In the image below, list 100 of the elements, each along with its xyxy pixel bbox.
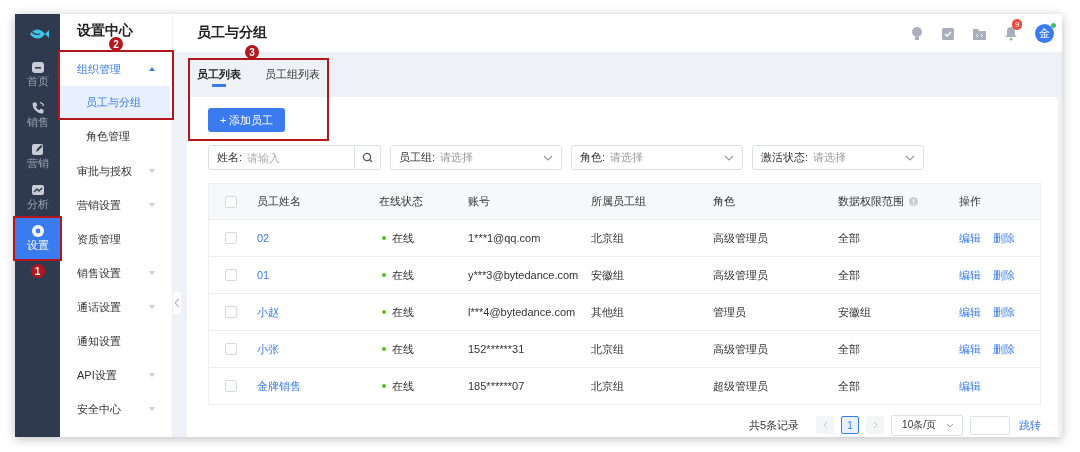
add-employee-button[interactable]: + 添加员工 [208, 108, 286, 132]
page-title: 员工与分组 [197, 24, 267, 42]
action-link[interactable]: 删除 [993, 341, 1015, 357]
bell-icon[interactable] [1004, 25, 1018, 41]
action-link[interactable]: 编辑 [959, 230, 981, 246]
menu-item[interactable]: 销售设置 [60, 256, 172, 290]
chevron-down-icon [905, 154, 915, 161]
search-field[interactable]: 姓名: 请输入 [208, 145, 355, 170]
employee-name-link[interactable]: 小张 [257, 341, 279, 357]
nav-item[interactable]: 营销 [15, 136, 60, 177]
column-header: 在线状态 [379, 194, 423, 209]
role-cell: 管理员 [713, 304, 746, 320]
role-cell: 高级管理员 [713, 230, 768, 246]
action-link[interactable]: 编辑 [959, 267, 981, 283]
notification-badge: 9 [1012, 18, 1023, 30]
menu-subitem[interactable]: 员工与分组 [60, 86, 170, 118]
nav-item[interactable]: 首页 [15, 54, 60, 95]
select-field[interactable]: 激活状态: 请选择 [752, 145, 924, 170]
checkbox[interactable] [225, 232, 237, 244]
account-cell: l***4@bytedance.com [468, 306, 576, 318]
account-cell: 1***1@qq.com [468, 232, 541, 244]
next-page-button[interactable] [866, 416, 885, 434]
status-dot [382, 273, 386, 277]
checkbox[interactable] [225, 380, 237, 392]
checkbox[interactable] [225, 343, 237, 355]
tab[interactable]: 员工组列表 [265, 67, 320, 87]
page-number-field[interactable] [970, 415, 1010, 435]
scope-cell: 安徽组 [838, 304, 871, 320]
page-size-select[interactable]: 10条/页 [891, 414, 963, 436]
collapse-handle[interactable] [173, 292, 181, 314]
status-text: 在线 [392, 341, 414, 357]
column-header: 账号 [468, 194, 490, 209]
checkbox[interactable] [225, 306, 237, 318]
menu-item[interactable]: 组织管理 [60, 52, 172, 86]
chevron-right-icon [872, 421, 878, 429]
status-dot [382, 347, 386, 351]
gear-icon [30, 224, 45, 238]
clipboard-check-icon[interactable] [941, 25, 955, 41]
previous-page-button[interactable] [816, 416, 835, 434]
select-field[interactable]: 员工组: 请选择 [390, 145, 562, 170]
role-cell: 超级管理员 [713, 378, 768, 394]
search-icon [362, 152, 373, 163]
checkbox[interactable] [225, 195, 237, 208]
scope-cell: 全部 [838, 230, 860, 246]
menu-item[interactable]: 营销设置 [60, 188, 172, 222]
tab[interactable]: 员工列表 [197, 67, 241, 90]
column-header: 角色 [713, 194, 735, 209]
group-cell: 安徽组 [591, 267, 624, 283]
account-cell: y***3@bytedance.com [468, 269, 579, 281]
select-field[interactable]: 角色: 请选择 [571, 145, 743, 170]
action-link[interactable]: 编辑 [959, 304, 981, 320]
checkbox[interactable] [225, 269, 237, 281]
chevron-down-icon [946, 422, 954, 428]
online-dot [1051, 22, 1056, 28]
column-header: 操作 [959, 194, 981, 209]
employee-name-link[interactable]: 小赵 [257, 304, 279, 320]
menu-item[interactable]: 审批与授权 [60, 154, 172, 188]
status-dot [382, 236, 386, 240]
chevron-left-icon [822, 421, 828, 429]
status-text: 在线 [392, 267, 414, 283]
nav-item[interactable]: 设置 [15, 218, 60, 259]
action-link[interactable]: 编辑 [959, 341, 981, 357]
action-link[interactable]: 删除 [993, 267, 1015, 283]
menu-item[interactable]: 通话设置 [60, 290, 172, 324]
column-header: 所属员工组 [591, 194, 646, 209]
nav-item[interactable]: 销售 [15, 95, 60, 136]
edit-icon [30, 142, 45, 156]
action-link[interactable]: 删除 [993, 230, 1015, 246]
annotation-box [13, 216, 62, 261]
chevron-down-icon [724, 154, 734, 161]
search-button[interactable] [355, 145, 381, 170]
avatar[interactable]: 金 [1035, 23, 1054, 43]
action-link[interactable]: 编辑 [959, 378, 981, 394]
jump-link[interactable]: 跳转 [1019, 417, 1041, 433]
menu-item[interactable]: API设置 [60, 358, 172, 392]
menu-item[interactable]: 安全中心 [60, 392, 172, 426]
page-button[interactable]: 1 [841, 416, 860, 434]
scope-cell: 全部 [838, 267, 860, 283]
scope-cell: 全部 [838, 341, 860, 357]
employee-name-link[interactable]: 金牌销售 [257, 378, 301, 394]
column-header: 员工姓名 [257, 194, 301, 209]
total-count: 共5条记录 [748, 417, 800, 433]
lightbulb-icon[interactable] [910, 25, 924, 41]
menu-item[interactable]: 资质管理 [60, 222, 172, 256]
status-dot [382, 384, 386, 388]
column-header: 数据权限范围 [838, 194, 904, 209]
menu-subitem[interactable]: 角色管理 [60, 120, 170, 152]
role-cell: 高级管理员 [713, 267, 768, 283]
scope-cell: 全部 [838, 378, 860, 394]
status-dot [382, 310, 386, 314]
action-link[interactable]: 删除 [993, 304, 1015, 320]
chart-icon [30, 183, 45, 197]
nav-item[interactable]: 分析 [15, 177, 60, 218]
menu-item[interactable]: 通知设置 [60, 324, 172, 358]
status-text: 在线 [392, 378, 414, 394]
chevron-down-icon [543, 154, 553, 161]
role-cell: 高级管理员 [713, 341, 768, 357]
employee-name-link[interactable]: 02 [257, 232, 270, 244]
employee-name-link[interactable]: 01 [257, 269, 270, 281]
home-icon [30, 60, 45, 74]
